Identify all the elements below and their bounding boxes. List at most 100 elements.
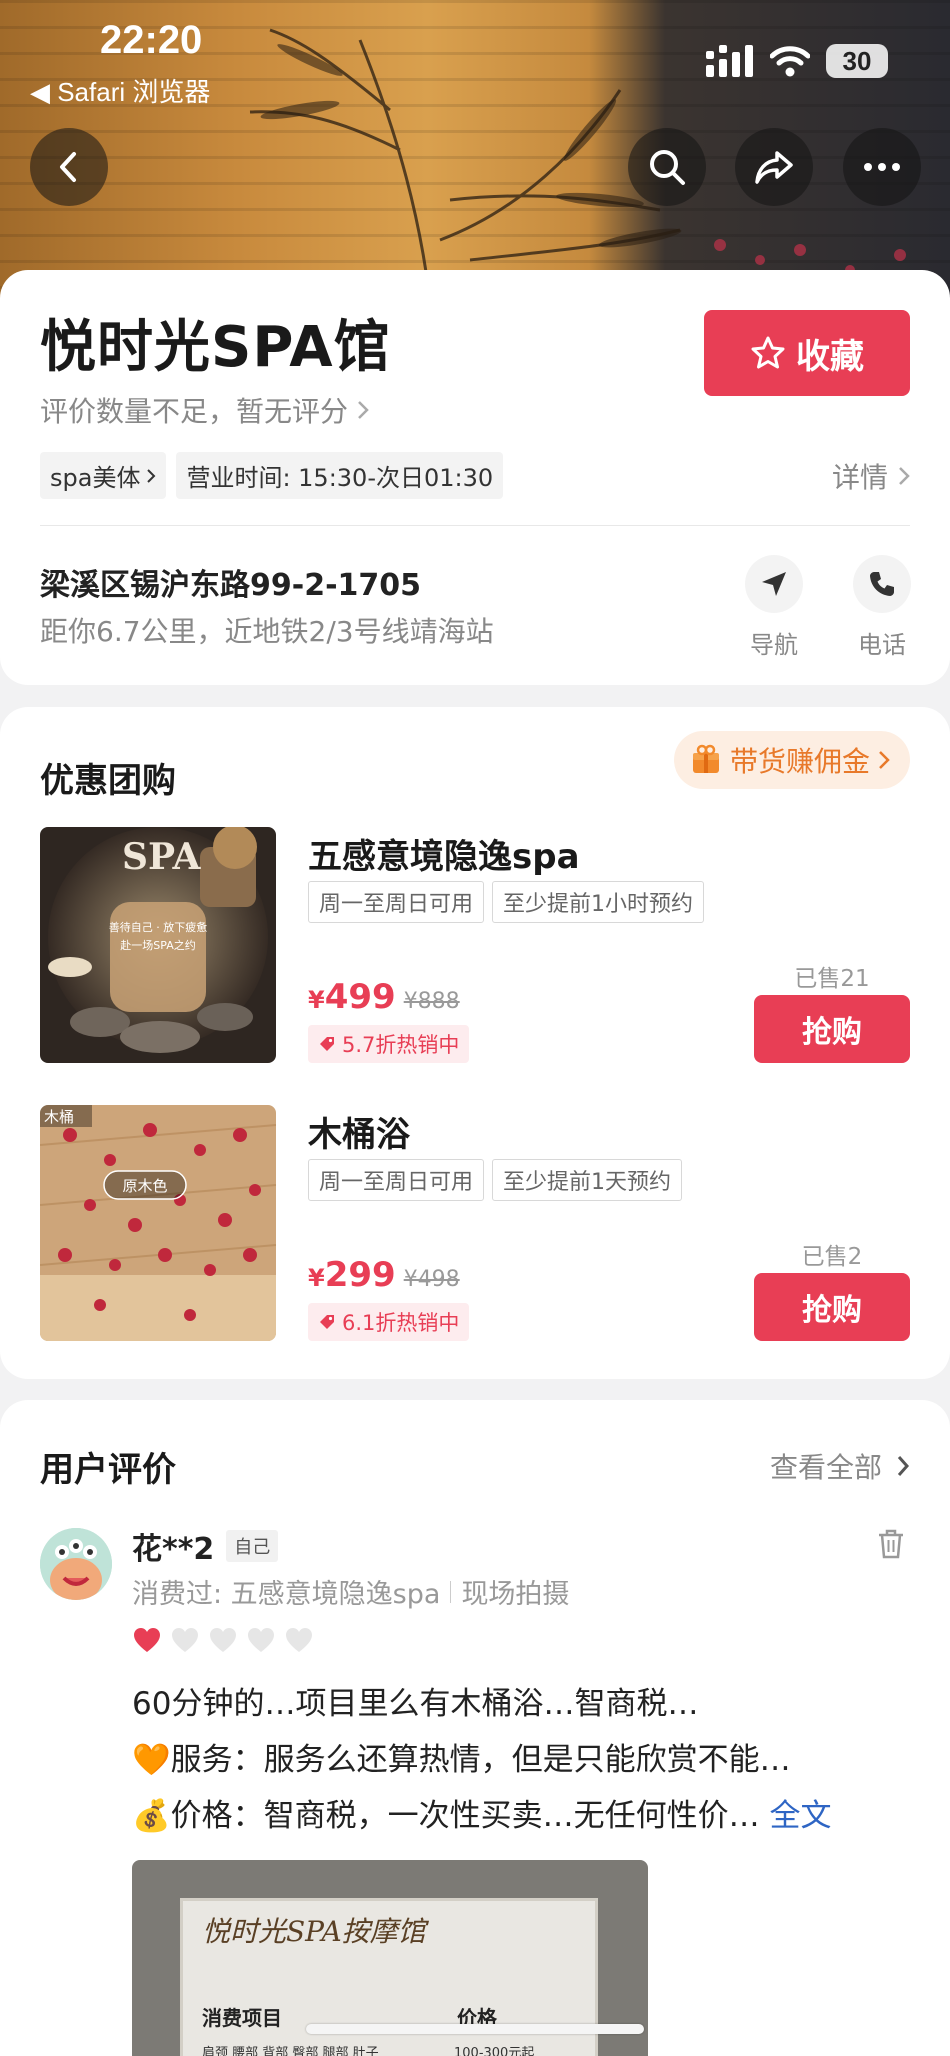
navigate-label: 导航 (750, 631, 798, 659)
review-service-text: 服务：服务么还算热情，但是只能欣赏不能… (170, 1742, 791, 1778)
signal-icon (706, 45, 753, 77)
home-indicator[interactable] (306, 2024, 644, 2034)
phone-circle (853, 555, 911, 613)
back-button[interactable] (30, 128, 108, 206)
deal-image-caption: 善待自己 · 放下疲惫 (109, 920, 208, 934)
sold-count: 已售2 (801, 1244, 863, 1270)
deal-tag: 周一至周日可用 (308, 1159, 485, 1201)
wooden-tub-image: 木桶 原木色 (40, 1105, 276, 1341)
chevron-right-icon (147, 468, 156, 483)
shop-distance: 距你6.7公里，近地铁2/3号线靖海站 (40, 615, 494, 648)
deal-title[interactable]: 五感意境隐逸spa (308, 829, 580, 878)
consumed-item[interactable]: 消费过: 五感意境隐逸spa (132, 1572, 440, 1611)
deal-price-value: 499 (324, 977, 396, 1017)
heart-empty-icon (210, 1628, 236, 1652)
more-button[interactable] (843, 128, 921, 206)
commission-button[interactable]: 带货赚佣金 (673, 731, 910, 789)
search-button[interactable] (628, 128, 706, 206)
favorite-button[interactable]: 收藏 (704, 310, 910, 396)
review-price-text: 价格：智商税，一次性买卖…无任何性价… (170, 1798, 760, 1834)
deal-image-caption: 赴一场SPA之约 (120, 938, 195, 952)
chevron-right-icon (358, 401, 369, 419)
buy-button[interactable]: 抢购 (754, 1273, 910, 1341)
self-badge: 自己 (226, 1530, 279, 1562)
deals-title: 优惠团购 (40, 761, 176, 801)
heart-emoji-icon: 🧡 (132, 1742, 171, 1778)
phone-button[interactable]: 电话 (852, 555, 912, 660)
shop-name: 悦时光SPA馆 (40, 315, 391, 380)
heart-empty-icon (248, 1628, 274, 1652)
hours-tag-label: 营业时间: 15:30-次日01:30 (186, 464, 494, 492)
hours-tag: 营业时间: 15:30-次日01:30 (176, 452, 504, 499)
reviewer-name-row: 花**2 自己 (132, 1524, 279, 1568)
chevron-left-icon (60, 152, 76, 182)
avatar[interactable] (40, 1528, 112, 1600)
navigation-arrow-icon (762, 572, 786, 596)
original-price: ¥498 (403, 1267, 460, 1292)
shop-info-card: 悦时光SPA馆 评价数量不足，暂无评分 收藏 spa美体 营业时间: 15:30… (0, 270, 950, 685)
shop-tags: spa美体 营业时间: 15:30-次日01:30 (40, 452, 504, 499)
price-row: ¥299 ¥498 (308, 1255, 460, 1295)
discount-label: 6.1折热销中 (342, 1311, 460, 1335)
spa-candles-image: SPA 善待自己 · 放下疲惫 赴一场SPA之约 (40, 827, 276, 1063)
delete-button[interactable] (876, 1528, 906, 1564)
deal-price: ¥499 (308, 977, 396, 1017)
photo-board-col: 消费项目 (202, 2006, 282, 2030)
deal-image-wooden-bath[interactable]: 木桶 原木色 (40, 1105, 276, 1341)
reviewer-name[interactable]: 花**2 (132, 1524, 214, 1568)
category-tag[interactable]: spa美体 (40, 452, 167, 499)
review-meta: 消费过: 五感意境隐逸spa 现场拍摄 (132, 1572, 569, 1611)
navigate-button[interactable]: 导航 (744, 555, 804, 660)
rating-link[interactable]: 评价数量不足，暂无评分 (40, 390, 370, 430)
monster-avatar-icon (40, 1528, 112, 1600)
status-time: 22:20 (100, 18, 203, 62)
search-icon (650, 150, 685, 185)
photo-board-row: 100-300元起 (454, 2046, 535, 2056)
navigate-circle (745, 555, 803, 613)
currency-symbol: ¥ (308, 1264, 325, 1292)
deal-tag: 周一至周日可用 (308, 881, 485, 923)
category-tag-label: spa美体 (50, 464, 141, 492)
deal-price: ¥299 (308, 1255, 396, 1295)
star-icon (751, 336, 785, 369)
trash-icon (879, 1529, 903, 1559)
rating-text: 评价数量不足，暂无评分 (40, 395, 349, 428)
deal-image-label: 原木色 (122, 1177, 167, 1195)
detail-label: 详情 (831, 461, 888, 494)
shop-address[interactable]: 梁溪区锡沪东路99-2-1705 (40, 560, 421, 604)
hero-banner: 22:20 ◀ Safari 浏览器 30 (0, 0, 950, 300)
photo-board-title: 悦时光SPA按摩馆 (202, 1915, 426, 1948)
deal-tag: 至少提前1小时预约 (492, 881, 705, 923)
money-bag-emoji-icon: 💰 (132, 1798, 171, 1834)
reviews-card: 用户评价 查看全部 花**2 自己 消费过: 五感意境隐逸spa 现场拍摄 60… (0, 1400, 950, 2056)
reviews-title: 用户评价 (40, 1450, 176, 1490)
original-price: ¥888 (403, 989, 460, 1014)
deal-item[interactable]: 木桶 原木色 木桶浴 周一至周日可用 至少提前1天预约 ¥299 ¥498 6.… (40, 1105, 910, 1341)
detail-link[interactable]: 详情 (832, 456, 910, 496)
deal-price-value: 299 (324, 1255, 396, 1295)
price-row: ¥499 ¥888 (308, 977, 460, 1017)
photo-board-row: 肩颈 腰部 背部 臀部 腿部 肚子 (202, 2046, 379, 2056)
commission-label: 带货赚佣金 (729, 745, 870, 778)
price-tag-icon (320, 1315, 334, 1329)
deal-tags: 周一至周日可用 至少提前1天预约 (308, 1159, 683, 1201)
deal-item[interactable]: SPA 善待自己 · 放下疲惫 赴一场SPA之约 五感意境隐逸spa 周一至周日… (40, 827, 910, 1063)
chevron-right-icon (879, 751, 890, 769)
back-to-safari-link[interactable]: ◀ Safari 浏览器 (30, 72, 210, 109)
discount-badge: 5.7折热销中 (308, 1025, 470, 1063)
read-more-link[interactable]: 全文 (769, 1798, 831, 1834)
deal-tag: 至少提前1天预约 (492, 1159, 683, 1201)
deal-image-heading: SPA (122, 836, 201, 878)
share-icon (755, 151, 793, 184)
divider (450, 1580, 452, 1603)
deal-title[interactable]: 木桶浴 (308, 1107, 410, 1156)
view-all-reviews-link[interactable]: 查看全部 (770, 1446, 910, 1486)
deal-image-corner: 木桶 (44, 1108, 74, 1126)
discount-label: 5.7折热销中 (342, 1033, 460, 1057)
gift-box-icon (692, 744, 719, 773)
buy-button[interactable]: 抢购 (754, 995, 910, 1063)
currency-symbol: ¥ (308, 986, 325, 1014)
deals-card: 优惠团购 带货赚佣金 SPA 善待自己 · 放下疲惫 赴一场SPA之约 五感意境… (0, 707, 950, 1379)
share-button[interactable] (735, 128, 813, 206)
deal-image-spa[interactable]: SPA 善待自己 · 放下疲惫 赴一场SPA之约 (40, 827, 276, 1063)
